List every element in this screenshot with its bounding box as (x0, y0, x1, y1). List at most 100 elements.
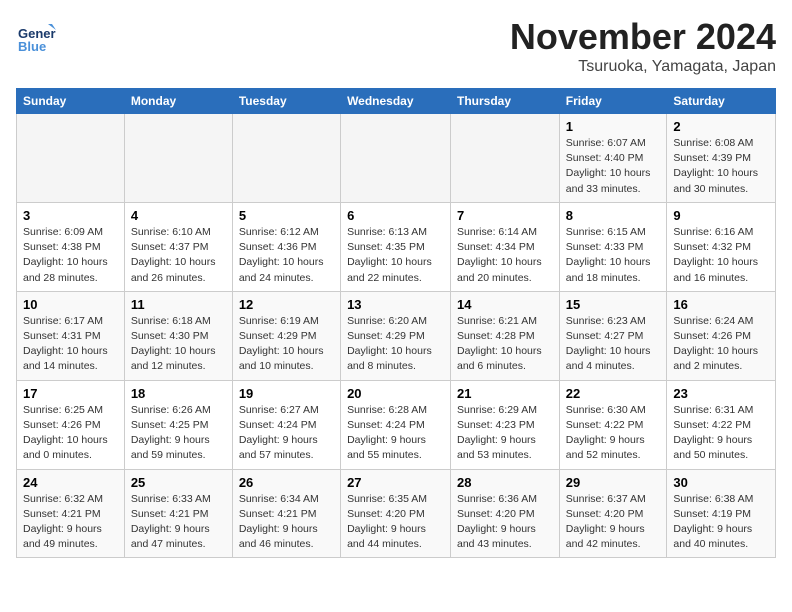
day-number: 6 (347, 208, 444, 223)
day-info: Sunrise: 6:14 AM Sunset: 4:34 PM Dayligh… (457, 225, 553, 286)
day-number: 21 (457, 386, 553, 401)
location: Tsuruoka, Yamagata, Japan (510, 58, 776, 76)
calendar-cell: 2Sunrise: 6:08 AM Sunset: 4:39 PM Daylig… (667, 114, 776, 203)
calendar-cell: 24 Sunrise: 6:32 AM Sunset: 4:21 PM Dayli… (17, 469, 125, 558)
calendar-week-row: 10Sunrise: 6:17 AM Sunset: 4:31 PM Dayli… (17, 291, 776, 380)
calendar-cell: 16 Sunrise: 6:24 AM Sunset: 4:26 PM Dayli… (667, 291, 776, 380)
calendar-week-row: 3 Sunrise: 6:09 AM Sunset: 4:38 PM Daylig… (17, 202, 776, 291)
calendar-cell: 21Sunrise: 6:29 AM Sunset: 4:23 PM Dayli… (451, 380, 560, 469)
calendar-cell: 29 Sunrise: 6:37 AM Sunset: 4:20 PM Dayli… (559, 469, 667, 558)
calendar-cell: 30 Sunrise: 6:38 AM Sunset: 4:19 PM Dayli… (667, 469, 776, 558)
day-number: 29 (566, 475, 661, 490)
day-number: 16 (673, 297, 769, 312)
calendar-cell (232, 114, 340, 203)
calendar-cell: 13 Sunrise: 6:20 AM Sunset: 4:29 PM Dayli… (341, 291, 451, 380)
day-info: Sunrise: 6:26 AM Sunset: 4:25 PM Dayligh… (131, 403, 226, 464)
day-info: Sunrise: 6:09 AM Sunset: 4:38 PM Dayligh… (23, 225, 118, 286)
day-info: Sunrise: 6:17 AM Sunset: 4:31 PM Dayligh… (23, 314, 118, 375)
day-info: Sunrise: 6:07 AM Sunset: 4:40 PM Dayligh… (566, 136, 661, 197)
day-of-week-header: Saturday (667, 89, 776, 114)
calendar-week-row: 17Sunrise: 6:25 AM Sunset: 4:26 PM Dayli… (17, 380, 776, 469)
calendar-cell: 10Sunrise: 6:17 AM Sunset: 4:31 PM Dayli… (17, 291, 125, 380)
day-number: 27 (347, 475, 444, 490)
day-of-week-header: Friday (559, 89, 667, 114)
day-number: 23 (673, 386, 769, 401)
calendar-cell: 28 Sunrise: 6:36 AM Sunset: 4:20 PM Dayli… (451, 469, 560, 558)
day-info: Sunrise: 6:31 AM Sunset: 4:22 PM Dayligh… (673, 403, 769, 464)
day-number: 1 (566, 119, 661, 134)
day-number: 14 (457, 297, 553, 312)
calendar-cell: 22 Sunrise: 6:30 AM Sunset: 4:22 PM Dayli… (559, 380, 667, 469)
day-number: 4 (131, 208, 226, 223)
day-info: Sunrise: 6:12 AM Sunset: 4:36 PM Dayligh… (239, 225, 334, 286)
calendar-cell: 4 Sunrise: 6:10 AM Sunset: 4:37 PM Daylig… (124, 202, 232, 291)
calendar-cell (341, 114, 451, 203)
calendar-cell: 11Sunrise: 6:18 AM Sunset: 4:30 PM Dayli… (124, 291, 232, 380)
calendar-cell: 5 Sunrise: 6:12 AM Sunset: 4:36 PM Daylig… (232, 202, 340, 291)
day-of-week-header: Tuesday (232, 89, 340, 114)
day-info: Sunrise: 6:13 AM Sunset: 4:35 PM Dayligh… (347, 225, 444, 286)
day-number: 17 (23, 386, 118, 401)
day-number: 5 (239, 208, 334, 223)
day-info: Sunrise: 6:37 AM Sunset: 4:20 PM Dayligh… (566, 492, 661, 553)
day-info: Sunrise: 6:23 AM Sunset: 4:27 PM Dayligh… (566, 314, 661, 375)
calendar-cell: 7 Sunrise: 6:14 AM Sunset: 4:34 PM Daylig… (451, 202, 560, 291)
day-of-week-header: Sunday (17, 89, 125, 114)
day-info: Sunrise: 6:27 AM Sunset: 4:24 PM Dayligh… (239, 403, 334, 464)
day-info: Sunrise: 6:08 AM Sunset: 4:39 PM Dayligh… (673, 136, 769, 197)
calendar-header-row: SundayMondayTuesdayWednesdayThursdayFrid… (17, 89, 776, 114)
calendar-cell: 8 Sunrise: 6:15 AM Sunset: 4:33 PM Daylig… (559, 202, 667, 291)
calendar-cell: 6 Sunrise: 6:13 AM Sunset: 4:35 PM Daylig… (341, 202, 451, 291)
day-info: Sunrise: 6:10 AM Sunset: 4:37 PM Dayligh… (131, 225, 226, 286)
day-info: Sunrise: 6:28 AM Sunset: 4:24 PM Dayligh… (347, 403, 444, 464)
day-number: 18 (131, 386, 226, 401)
calendar-cell (124, 114, 232, 203)
day-info: Sunrise: 6:32 AM Sunset: 4:21 PM Dayligh… (23, 492, 118, 553)
day-info: Sunrise: 6:21 AM Sunset: 4:28 PM Dayligh… (457, 314, 553, 375)
day-info: Sunrise: 6:15 AM Sunset: 4:33 PM Dayligh… (566, 225, 661, 286)
calendar-cell: 1 Sunrise: 6:07 AM Sunset: 4:40 PM Daylig… (559, 114, 667, 203)
day-number: 15 (566, 297, 661, 312)
day-info: Sunrise: 6:36 AM Sunset: 4:20 PM Dayligh… (457, 492, 553, 553)
day-number: 24 (23, 475, 118, 490)
title-block: November 2024 Tsuruoka, Yamagata, Japan (510, 16, 776, 76)
day-number: 11 (131, 297, 226, 312)
calendar-cell: 12Sunrise: 6:19 AM Sunset: 4:29 PM Dayli… (232, 291, 340, 380)
day-of-week-header: Monday (124, 89, 232, 114)
calendar-cell: 23 Sunrise: 6:31 AM Sunset: 4:22 PM Dayli… (667, 380, 776, 469)
logo: General Blue (16, 16, 60, 56)
day-number: 26 (239, 475, 334, 490)
day-info: Sunrise: 6:35 AM Sunset: 4:20 PM Dayligh… (347, 492, 444, 553)
day-number: 22 (566, 386, 661, 401)
day-number: 3 (23, 208, 118, 223)
calendar-week-row: 1 Sunrise: 6:07 AM Sunset: 4:40 PM Daylig… (17, 114, 776, 203)
day-number: 9 (673, 208, 769, 223)
calendar-cell (17, 114, 125, 203)
calendar-cell: 27 Sunrise: 6:35 AM Sunset: 4:20 PM Dayli… (341, 469, 451, 558)
calendar-cell: 18 Sunrise: 6:26 AM Sunset: 4:25 PM Dayli… (124, 380, 232, 469)
calendar-cell: 17Sunrise: 6:25 AM Sunset: 4:26 PM Dayli… (17, 380, 125, 469)
calendar-cell: 26 Sunrise: 6:34 AM Sunset: 4:21 PM Dayli… (232, 469, 340, 558)
calendar-cell: 14 Sunrise: 6:21 AM Sunset: 4:28 PM Dayli… (451, 291, 560, 380)
day-info: Sunrise: 6:34 AM Sunset: 4:21 PM Dayligh… (239, 492, 334, 553)
day-number: 8 (566, 208, 661, 223)
day-number: 20 (347, 386, 444, 401)
day-number: 19 (239, 386, 334, 401)
day-number: 30 (673, 475, 769, 490)
calendar-week-row: 24 Sunrise: 6:32 AM Sunset: 4:21 PM Dayli… (17, 469, 776, 558)
day-number: 25 (131, 475, 226, 490)
day-info: Sunrise: 6:16 AM Sunset: 4:32 PM Dayligh… (673, 225, 769, 286)
day-info: Sunrise: 6:33 AM Sunset: 4:21 PM Dayligh… (131, 492, 226, 553)
calendar-table: SundayMondayTuesdayWednesdayThursdayFrid… (16, 88, 776, 558)
day-info: Sunrise: 6:24 AM Sunset: 4:26 PM Dayligh… (673, 314, 769, 375)
day-number: 28 (457, 475, 553, 490)
day-info: Sunrise: 6:38 AM Sunset: 4:19 PM Dayligh… (673, 492, 769, 553)
calendar-cell: 9 Sunrise: 6:16 AM Sunset: 4:32 PM Daylig… (667, 202, 776, 291)
svg-text:Blue: Blue (18, 39, 46, 54)
day-number: 7 (457, 208, 553, 223)
day-info: Sunrise: 6:30 AM Sunset: 4:22 PM Dayligh… (566, 403, 661, 464)
logo-icon: General Blue (16, 16, 56, 56)
day-number: 13 (347, 297, 444, 312)
day-info: Sunrise: 6:20 AM Sunset: 4:29 PM Dayligh… (347, 314, 444, 375)
day-info: Sunrise: 6:19 AM Sunset: 4:29 PM Dayligh… (239, 314, 334, 375)
